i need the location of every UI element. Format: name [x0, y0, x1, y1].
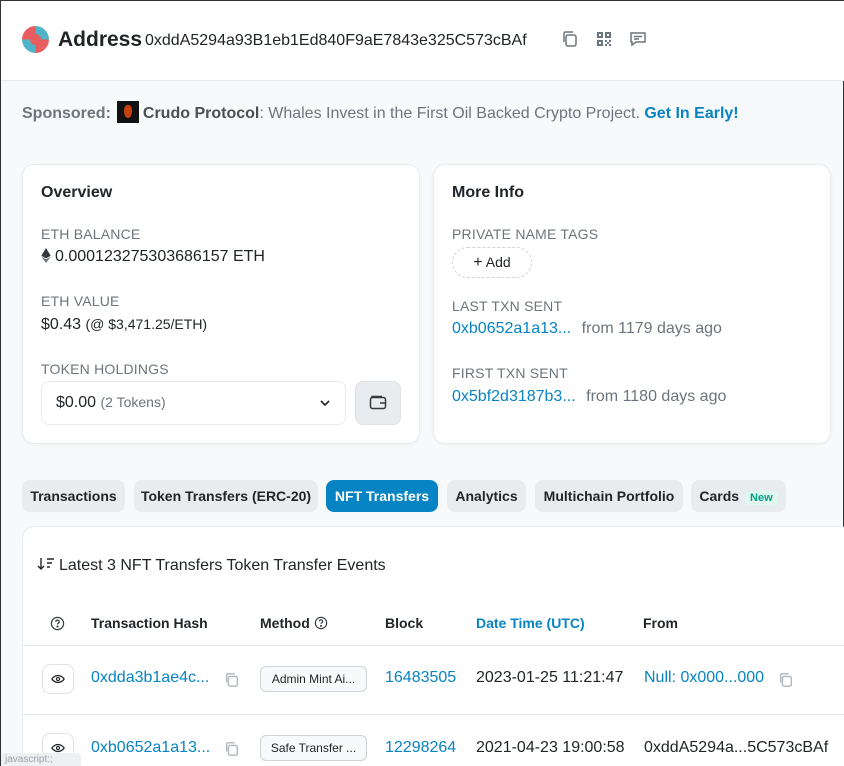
eye-icon — [51, 743, 65, 753]
token-value: $0.00 — [56, 394, 97, 411]
eth-price: (@ $3,471.25/ETH) — [85, 316, 208, 332]
sponsor-text: : Whales Invest in the First Oil Backed … — [259, 105, 640, 122]
first-txn-hash-link[interactable]: 0x5bf2d3187b3... — [452, 388, 576, 405]
eth-value-label: ETH VALUE — [41, 293, 120, 309]
copy-icon[interactable] — [561, 30, 581, 50]
last-txn-label: LAST TXN SENT — [452, 298, 563, 314]
address-value: 0xddA5294a93B1eb1Ed840F9aE7843e325C573cB… — [145, 32, 527, 49]
tab-cards-label: Cards — [699, 488, 740, 504]
from-link[interactable]: Null: 0x000...000 — [644, 669, 764, 687]
header-from: From — [643, 615, 678, 631]
sort-desc-icon — [37, 558, 54, 570]
last-txn-age: from 1179 days ago — [581, 320, 722, 337]
status-bar-hint: javascript:; — [1, 753, 81, 766]
txn-hash-link[interactable]: 0xb0652a1a13... — [91, 739, 210, 757]
eth-value: $0.43 (@ $3,471.25/ETH) — [41, 316, 207, 334]
header-date-time[interactable]: Date Time (UTC) — [476, 615, 585, 631]
ethereum-icon — [41, 248, 51, 263]
help-circle-icon[interactable] — [50, 616, 65, 631]
first-txn-sent: 0x5bf2d3187b3... from 1180 days ago — [452, 388, 726, 406]
overview-card: Overview ETH BALANCE 0.00012327530368615… — [22, 164, 420, 444]
tab-cards[interactable]: Cards New — [691, 480, 786, 512]
eth-balance-label: ETH BALANCE — [41, 226, 141, 242]
sponsored-label: Sponsored: — [22, 105, 111, 122]
from-address[interactable]: 0xddA5294a...5C573cBAf — [644, 739, 828, 757]
table-title: Latest 3 NFT Transfers Token Transfer Ev… — [37, 557, 386, 575]
eth-balance-value: 0.000123275303686157 ETH — [55, 248, 265, 265]
eth-value-amount: $0.43 — [41, 316, 82, 333]
tab-nft-transfers[interactable]: NFT Transfers — [326, 480, 438, 512]
last-txn-hash-link[interactable]: 0xb0652a1a13... — [452, 320, 571, 337]
tab-multichain-portfolio[interactable]: Multichain Portfolio — [535, 480, 683, 512]
token-holdings-label: TOKEN HOLDINGS — [41, 361, 169, 377]
nft-transfers-table: Latest 3 NFT Transfers Token Transfer Ev… — [22, 526, 844, 766]
copy-icon[interactable] — [224, 672, 240, 688]
tab-transactions[interactable]: Transactions — [22, 480, 125, 512]
method-help-icon[interactable] — [314, 616, 328, 630]
block-link[interactable]: 16483505 — [385, 669, 456, 687]
address-avatar — [22, 26, 49, 53]
new-badge: New — [745, 491, 778, 505]
crudo-logo-icon — [116, 101, 139, 123]
eth-balance: 0.000123275303686157 ETH — [41, 248, 265, 266]
plus-icon: + — [473, 254, 483, 271]
wallet-button[interactable] — [355, 381, 401, 425]
token-holdings-dropdown[interactable]: $0.00 (2 Tokens) — [41, 381, 346, 425]
private-name-tags-label: PRIVATE NAME TAGS — [452, 226, 599, 242]
header-txn-hash: Transaction Hash — [91, 615, 208, 631]
date-time: 2023-01-25 11:21:47 — [476, 669, 624, 686]
tab-analytics[interactable]: Analytics — [447, 480, 526, 512]
header-divider — [23, 645, 844, 646]
page-title: Address — [58, 28, 143, 51]
header-method-label: Method — [260, 615, 310, 631]
token-holdings-value: $0.00 (2 Tokens) — [56, 394, 166, 412]
table-title-text: Latest 3 NFT Transfers Token Transfer Ev… — [59, 557, 386, 574]
first-txn-label: FIRST TXN SENT — [452, 365, 568, 381]
method-badge: Safe Transfer ... — [260, 735, 367, 761]
header-method: Method — [260, 615, 328, 631]
first-txn-age: from 1180 days ago — [586, 388, 727, 405]
comment-icon[interactable] — [629, 30, 649, 50]
header-block: Block — [385, 615, 424, 631]
sponsor-cta-link[interactable]: Get In Early! — [644, 105, 738, 122]
more-info-card: More Info PRIVATE NAME TAGS + Add LAST T… — [433, 164, 831, 444]
sponsored-banner: Sponsored: Crudo Protocol: Whales Invest … — [22, 101, 739, 123]
sponsor-brand[interactable]: Crudo Protocol — [143, 105, 259, 122]
address-header: Address 0xddA5294a93B1eb1Ed840F9aE7843e3… — [1, 1, 844, 81]
preview-button[interactable] — [42, 664, 74, 694]
last-txn-sent: 0xb0652a1a13... from 1179 days ago — [452, 320, 722, 338]
qr-code-icon[interactable] — [595, 30, 615, 50]
token-count: (2 Tokens) — [100, 394, 166, 410]
method-badge: Admin Mint Ai... — [260, 666, 367, 692]
txn-hash-link[interactable]: 0xdda3b1ae4c... — [91, 669, 209, 687]
block-link[interactable]: 12298264 — [385, 739, 456, 757]
wallet-icon — [369, 395, 387, 410]
tab-token-transfers[interactable]: Token Transfers (ERC-20) — [134, 480, 318, 512]
copy-icon[interactable] — [224, 741, 240, 757]
more-info-title: More Info — [452, 184, 524, 201]
eye-icon — [51, 674, 65, 684]
date-time: 2021-04-23 19:00:58 — [476, 739, 625, 756]
row-divider — [23, 714, 844, 715]
add-tag-button[interactable]: + Add — [452, 247, 532, 278]
add-tag-label: Add — [485, 254, 511, 270]
overview-title: Overview — [41, 184, 113, 201]
chevron-down-icon — [320, 400, 330, 407]
copy-icon[interactable] — [778, 672, 794, 688]
